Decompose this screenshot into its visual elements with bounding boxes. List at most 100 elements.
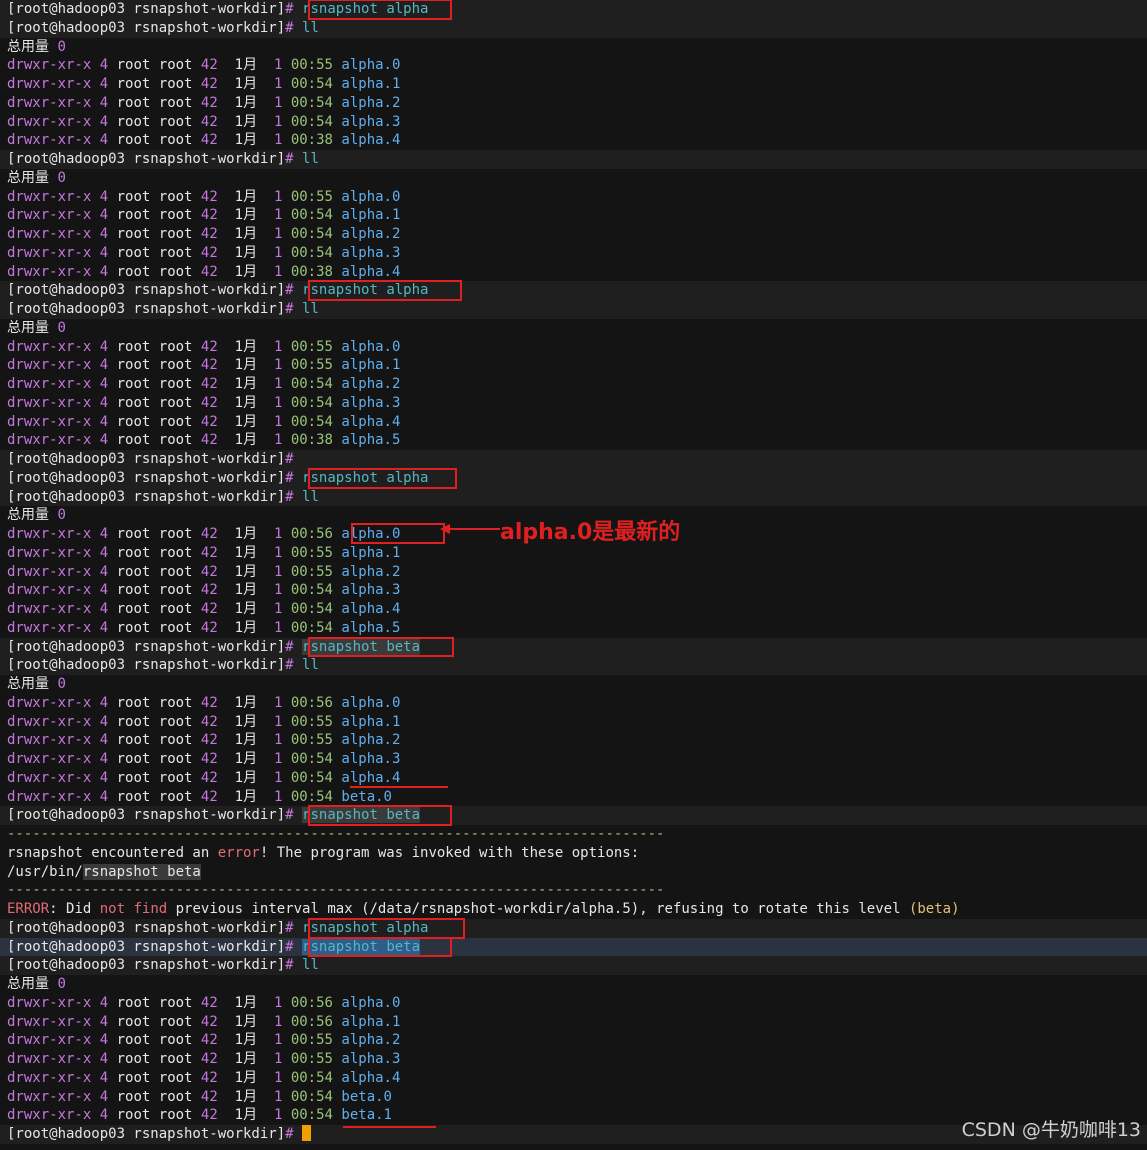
- terminal-output[interactable]: [root@hadoop03 rsnapshot-workdir]# rsnap…: [0, 0, 1147, 1144]
- owner: root: [116, 601, 151, 617]
- prompt-text: [root@hadoop03 rsnapshot-workdir]: [7, 1, 286, 17]
- prompt-text: [root@hadoop03 rsnapshot-workdir]: [7, 19, 286, 36]
- size: 42: [200, 601, 218, 617]
- permissions: drwxr-xr-x: [7, 357, 92, 374]
- size: 42: [200, 582, 218, 599]
- permissions: drwxr-xr-x: [7, 263, 92, 280]
- permissions: drwxr-xr-x: [7, 751, 92, 767]
- filename: beta.0: [341, 1088, 392, 1105]
- filename: alpha.5: [341, 432, 401, 449]
- prompt-hash: #: [285, 638, 294, 655]
- size: 42: [200, 394, 218, 411]
- group: root: [158, 1013, 193, 1030]
- month: 1月: [234, 994, 258, 1011]
- filename: alpha.3: [341, 582, 401, 599]
- day: 1: [273, 1013, 283, 1030]
- group: root: [158, 1051, 193, 1067]
- group: root: [158, 376, 193, 392]
- size: 42: [200, 1088, 218, 1105]
- filename: alpha.0: [341, 57, 401, 74]
- day: 1: [273, 113, 283, 130]
- prompt-text: [root@hadoop03 rsnapshot-workdir]: [7, 451, 286, 467]
- day: 1: [273, 413, 283, 430]
- prompt-hash: #: [285, 1126, 294, 1142]
- owner: root: [116, 526, 151, 542]
- total-label: 总用量: [7, 976, 49, 992]
- permissions: drwxr-xr-x: [7, 1051, 92, 1067]
- mtime: 00:38: [290, 132, 333, 149]
- annotation-underline: [343, 1126, 436, 1128]
- day: 1: [273, 751, 283, 767]
- month: 1月: [234, 1069, 258, 1086]
- total-line: 总用量 0: [0, 675, 1147, 694]
- group: root: [158, 788, 193, 805]
- listing-row: drwxr-xr-x 4 root root 42 1月 1 00:54 bet…: [0, 788, 1147, 807]
- owner: root: [116, 1051, 151, 1067]
- prompt-line: [root@hadoop03 rsnapshot-workdir]# rsnap…: [0, 806, 1147, 825]
- mtime: 00:54: [290, 94, 333, 111]
- permissions: drwxr-xr-x: [7, 619, 92, 636]
- command-highlight-box: [308, 917, 465, 939]
- link-count: 4: [99, 1088, 109, 1105]
- mtime: 00:54: [290, 394, 333, 411]
- filename: alpha.3: [341, 244, 401, 261]
- month: 1月: [234, 1088, 258, 1105]
- terminal-cursor[interactable]: [302, 1125, 312, 1141]
- prompt-line: [root@hadoop03 rsnapshot-workdir]# rsnap…: [0, 281, 1147, 300]
- mtime: 00:54: [290, 113, 333, 130]
- month: 1月: [234, 1032, 258, 1049]
- filename: alpha.2: [341, 94, 401, 111]
- prompt-hash: #: [285, 451, 294, 467]
- day: 1: [273, 1069, 283, 1086]
- group: root: [158, 413, 193, 430]
- listing-row: drwxr-xr-x 4 root root 42 1月 1 00:54 alp…: [0, 600, 1147, 619]
- mtime: 00:56: [290, 994, 333, 1011]
- permissions: drwxr-xr-x: [7, 1107, 92, 1124]
- link-count: 4: [99, 357, 109, 374]
- separator-rule: ----------------------------------------…: [0, 881, 1147, 900]
- total-label: 总用量: [7, 38, 49, 55]
- size: 42: [200, 244, 218, 261]
- link-count: 4: [99, 338, 109, 355]
- group: root: [158, 1069, 193, 1086]
- mtime: 00:54: [290, 1107, 333, 1124]
- alpha0-highlight-box: [351, 523, 445, 544]
- owner: root: [116, 1013, 151, 1030]
- permissions: drwxr-xr-x: [7, 582, 92, 599]
- prompt-hash: #: [285, 807, 294, 824]
- command-text: ll: [302, 151, 319, 167]
- month: 1月: [234, 113, 258, 130]
- prompt-text: [root@hadoop03 rsnapshot-workdir]: [7, 938, 286, 955]
- day: 1: [273, 376, 283, 392]
- listing-row: drwxr-xr-x 4 root root 42 1月 1 00:54 alp…: [0, 75, 1147, 94]
- size: 42: [200, 188, 218, 205]
- err-text: : Did: [49, 901, 100, 917]
- day: 1: [273, 244, 283, 261]
- prompt-hash: #: [285, 469, 294, 486]
- prompt-line: [root@hadoop03 rsnapshot-workdir]# rsnap…: [0, 0, 1147, 19]
- group: root: [158, 226, 193, 242]
- filename: alpha.0: [341, 994, 401, 1011]
- permissions: drwxr-xr-x: [7, 188, 92, 205]
- day: 1: [273, 769, 283, 786]
- owner: root: [116, 357, 151, 374]
- day: 1: [273, 226, 283, 242]
- mtime: 00:54: [290, 1069, 333, 1086]
- permissions: drwxr-xr-x: [7, 432, 92, 449]
- group: root: [158, 619, 193, 636]
- mtime: 00:55: [290, 713, 333, 730]
- link-count: 4: [99, 113, 109, 130]
- permissions: drwxr-xr-x: [7, 563, 92, 580]
- size: 42: [200, 376, 218, 392]
- permissions: drwxr-xr-x: [7, 413, 92, 430]
- day: 1: [273, 1051, 283, 1067]
- listing-row: drwxr-xr-x 4 root root 42 1月 1 00:54 alp…: [0, 769, 1147, 788]
- link-count: 4: [99, 544, 109, 561]
- error-detail: ERROR: Did not find previous interval ma…: [0, 900, 1147, 919]
- group: root: [158, 544, 193, 561]
- day: 1: [273, 1107, 283, 1124]
- owner: root: [116, 788, 151, 805]
- month: 1月: [234, 57, 258, 74]
- day: 1: [273, 619, 283, 636]
- prompt-text: [root@hadoop03 rsnapshot-workdir]: [7, 807, 286, 824]
